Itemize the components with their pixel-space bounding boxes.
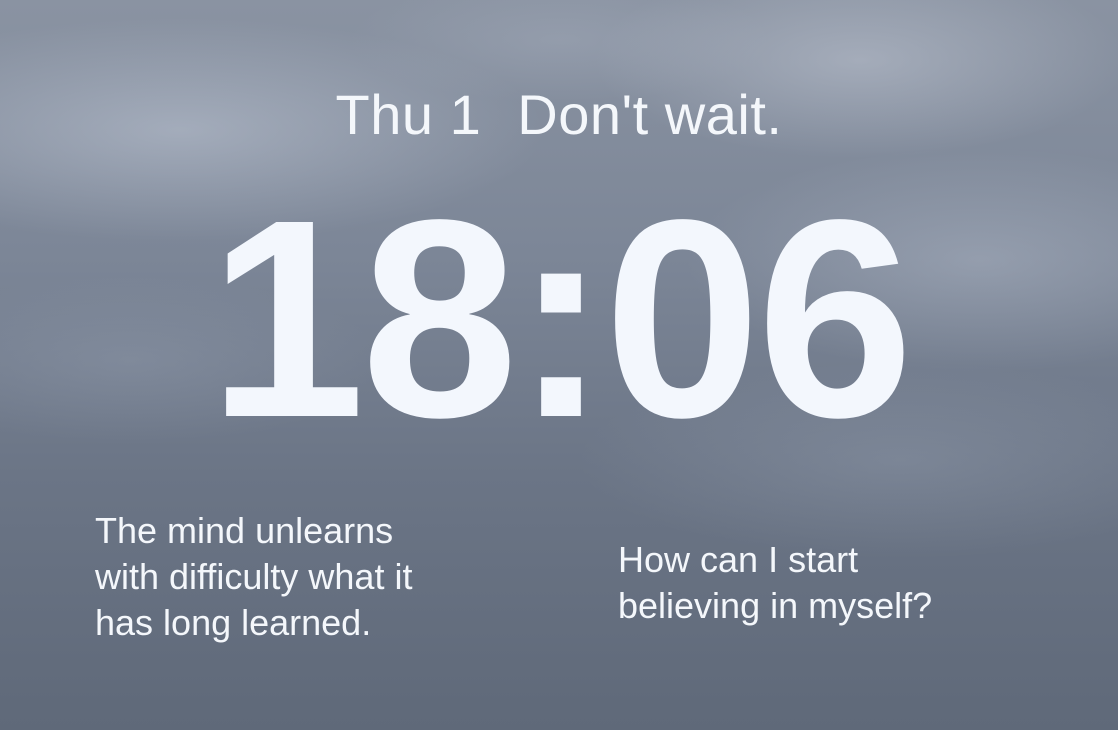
question-widget[interactable]: How can I start believing in myself? <box>618 537 1058 629</box>
quote-line: has long learned. <box>95 602 372 643</box>
date-and-widget-line: Thu 1 Don't wait. <box>0 82 1118 147</box>
quote-widget[interactable]: The mind unlearns with difficulty what i… <box>95 508 535 646</box>
quote-line: with difficulty what it <box>95 556 413 597</box>
date-label[interactable]: Thu 1 <box>336 82 482 147</box>
lock-screen-clock: 18:06 <box>208 161 913 476</box>
quote-line: The mind unlearns <box>95 510 394 551</box>
question-line: How can I start <box>618 539 859 580</box>
question-line: believing in myself? <box>618 585 933 626</box>
inline-widget-text[interactable]: Don't wait. <box>517 82 782 147</box>
